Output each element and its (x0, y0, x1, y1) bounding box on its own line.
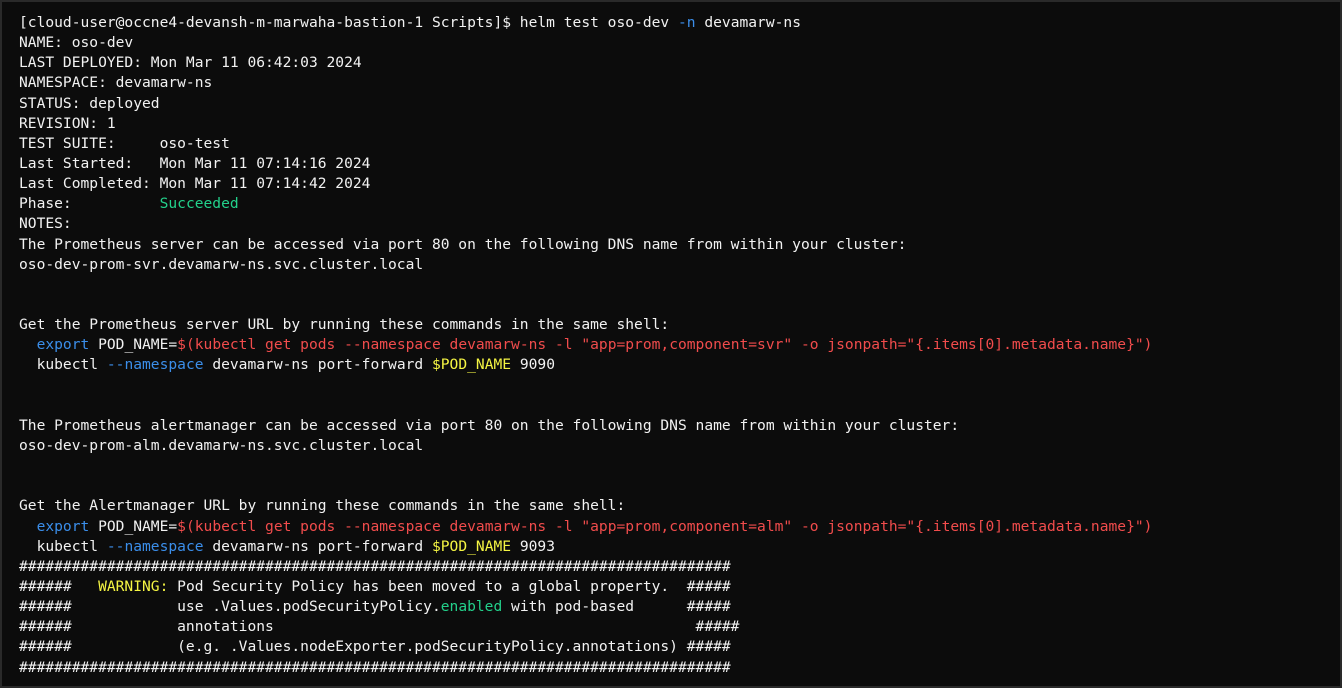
terminal-text: Last Completed: Mon Mar 11 07:14:42 2024 (19, 175, 371, 193)
terminal-text: kubectl (19, 356, 107, 374)
terminal-text: devamarw-ns port-forward (203, 356, 432, 374)
terminal-text: Get the Alertmanager URL by running thes… (19, 497, 626, 515)
terminal-line: oso-dev-prom-svr.devamarw-ns.svc.cluster… (19, 255, 1340, 275)
terminal-text: [cloud-user@occne4-devansh-m-marwaha-bas… (19, 14, 678, 31)
terminal-line: TEST SUITE: oso-test (19, 134, 1340, 154)
terminal-text: Last Started: Mon Mar 11 07:14:16 2024 (19, 154, 371, 172)
terminal-text: Get the Prometheus server URL by running… (19, 316, 670, 334)
terminal-text: export (36, 517, 90, 535)
terminal-text: export (36, 336, 90, 354)
terminal-text: oso-dev-prom-svr.devamarw-ns.svc.cluster… (19, 255, 424, 273)
terminal-line: [cloud-user@occne4-devansh-m-marwaha-bas… (19, 13, 1340, 33)
terminal-text: -n (677, 14, 696, 31)
terminal-text: $(kubectl get pods --namespace devamarw-… (177, 336, 1153, 354)
terminal-text: NAME: oso-dev (19, 34, 134, 52)
terminal-line: NAMESPACE: devamarw-ns (19, 73, 1340, 93)
terminal-line: ###### (e.g. .Values.nodeExporter.podSec… (19, 637, 1340, 657)
terminal-text: WARNING: (98, 577, 169, 595)
terminal-text: ########################################… (19, 557, 731, 575)
terminal-text: ###### (e.g. .Values.nodeExporter.podSec… (19, 638, 731, 656)
terminal-text: oso-dev-prom-alm.devamarw-ns.svc.cluster… (19, 436, 424, 454)
terminal-text: NOTES: (19, 215, 72, 233)
terminal-line: The Prometheus server can be accessed vi… (19, 235, 1340, 255)
terminal-text: enabled (440, 598, 503, 616)
terminal-text: The Prometheus server can be accessed vi… (19, 235, 907, 253)
terminal-text: REVISION: 1 (19, 114, 116, 132)
terminal-text: LAST DEPLOYED: Mon Mar 11 06:42:03 2024 (19, 54, 362, 72)
terminal-text: 9093 (511, 537, 555, 555)
terminal-line: NOTES: (19, 214, 1340, 234)
terminal-text: $(kubectl get pods --namespace devamarw-… (177, 517, 1153, 535)
terminal-line: The Prometheus alertmanager can be acces… (19, 416, 1340, 436)
terminal-text: The Prometheus alertmanager can be acces… (19, 416, 960, 434)
terminal-line: Get the Prometheus server URL by running… (19, 315, 1340, 335)
terminal-line: ########################################… (19, 557, 1340, 577)
terminal-line: ###### WARNING: Pod Security Policy has … (19, 577, 1340, 597)
terminal-line: LAST DEPLOYED: Mon Mar 11 06:42:03 2024 (19, 53, 1340, 73)
terminal-line: export POD_NAME=$(kubectl get pods --nam… (19, 335, 1340, 355)
terminal-line: ########################################… (19, 658, 1340, 678)
terminal-text: with pod-based ##### (502, 598, 731, 616)
terminal-text: devamarw-ns (695, 14, 801, 31)
terminal-line: export POD_NAME=$(kubectl get pods --nam… (19, 517, 1340, 537)
terminal-line: ###### use .Values.podSecurityPolicy.ena… (19, 597, 1340, 617)
terminal-text: ###### (19, 577, 99, 595)
terminal-line: REVISION: 1 (19, 114, 1340, 134)
terminal-line: kubectl --namespace devamarw-ns port-for… (19, 537, 1340, 557)
terminal-text: 9090 (511, 356, 555, 374)
terminal-text: ########################################… (19, 658, 731, 676)
terminal-text: TEST SUITE: oso-test (19, 134, 230, 152)
terminal-text: $POD_NAME (431, 356, 512, 374)
terminal-text: Pod Security Policy has been moved to a … (168, 577, 731, 595)
terminal-line: Last Started: Mon Mar 11 07:14:16 2024 (19, 154, 1340, 174)
terminal-text: ###### use .Values.podSecurityPolicy. (19, 598, 441, 616)
terminal-line: kubectl --namespace devamarw-ns port-for… (19, 355, 1340, 375)
terminal-text: ###### annotations ##### (19, 618, 740, 636)
terminal-window[interactable]: [cloud-user@occne4-devansh-m-marwaha-bas… (0, 0, 1342, 688)
terminal-text: POD_NAME= (89, 517, 178, 535)
terminal-text: kubectl (19, 537, 107, 555)
terminal-line: Phase: Succeeded (19, 194, 1340, 214)
terminal-text: Succeeded (159, 195, 239, 213)
terminal-line: Get the Alertmanager URL by running thes… (19, 496, 1340, 516)
terminal-line: Last Completed: Mon Mar 11 07:14:42 2024 (19, 174, 1340, 194)
terminal-text: NAMESPACE: devamarw-ns (19, 74, 213, 92)
terminal-text: --namespace (106, 356, 204, 374)
terminal-text: devamarw-ns port-forward (203, 537, 432, 555)
terminal-line: NAME: oso-dev (19, 33, 1340, 53)
terminal-text: $POD_NAME (431, 537, 512, 555)
terminal-text: STATUS: deployed (19, 94, 160, 112)
terminal-text: POD_NAME= (89, 336, 178, 354)
terminal-text: --namespace (106, 537, 204, 555)
terminal-text: Phase: (19, 195, 160, 213)
terminal-line: STATUS: deployed (19, 94, 1340, 114)
terminal-line: ###### annotations ##### (19, 617, 1340, 637)
terminal-line: oso-dev-prom-alm.devamarw-ns.svc.cluster… (19, 436, 1340, 456)
